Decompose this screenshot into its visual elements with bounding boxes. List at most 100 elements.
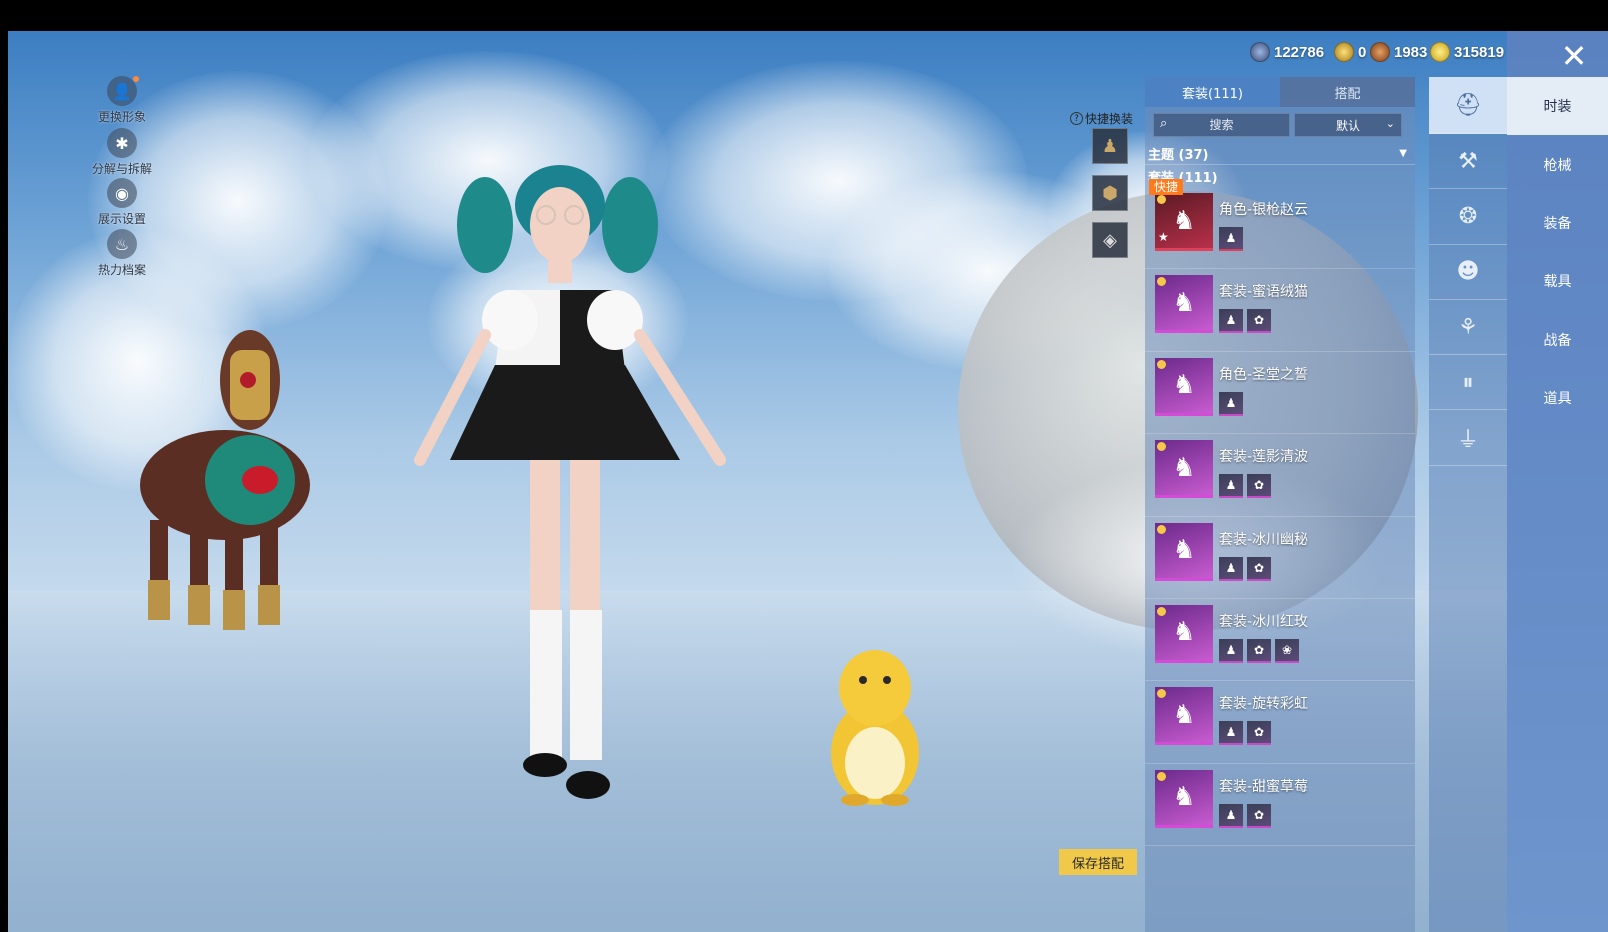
outfit-parts: ♟ ✿ [1219, 556, 1271, 581]
decompose-icon: ✱ [107, 128, 137, 158]
section-title: 套装 (111) [1148, 170, 1218, 186]
outfit-part-icon[interactable]: ❀ [1275, 638, 1299, 663]
outfit-name: 角色-圣堂之誓 [1219, 366, 1309, 383]
outfit-part-icon[interactable]: ✿ [1247, 474, 1271, 499]
top-black-bar [0, 0, 1608, 31]
search-input[interactable] [1154, 118, 1289, 132]
outfit-part-icon[interactable]: ✿ [1247, 638, 1271, 663]
main-tab-items[interactable]: 道具 [1507, 369, 1608, 427]
currency-bronze[interactable]: 1983 [1370, 42, 1427, 62]
decompose-button[interactable]: ✱ 分解与拆解 [72, 128, 172, 177]
globe-coin-icon [1250, 42, 1270, 62]
quick-change-label[interactable]: ? 快捷换装 [1070, 110, 1133, 127]
sort-dropdown[interactable]: 默认 ⌄ [1294, 113, 1402, 137]
outfit-part-icon[interactable]: ♟ [1219, 721, 1243, 746]
heat-profile-button[interactable]: ♨ 热力档案 [72, 229, 172, 278]
category-shoes[interactable]: ⏚ [1429, 410, 1507, 466]
category-hat[interactable]: ⛑ [1429, 77, 1507, 134]
list-item[interactable]: ♞ 套装-冰川幽秘 ♟ ✿ [1145, 517, 1415, 599]
outfit-part-icon[interactable]: ♟ [1219, 803, 1243, 828]
save-outfit-button[interactable]: 保存搭配 [1059, 849, 1137, 875]
quick-badge: 快捷 [1149, 179, 1184, 195]
outfit-thumbnail: ♞ ★ [1155, 193, 1213, 251]
outfit-parts: ♟ [1219, 227, 1243, 251]
outfit-part-icon[interactable]: ♟ [1219, 309, 1243, 334]
list-item[interactable]: ♞ 套装-莲影清波 ♟ ✿ [1145, 434, 1415, 517]
main-tab-fashion[interactable]: 时装 [1507, 77, 1608, 135]
search-box[interactable]: ⌕ [1153, 113, 1290, 137]
player-character[interactable] [410, 160, 740, 815]
category-chain[interactable]: ❂ [1429, 189, 1507, 245]
display-settings-button[interactable]: ◉ 展示设置 [72, 178, 172, 227]
currency-gold[interactable]: 315819 [1430, 42, 1504, 62]
main-tab-combat-gear[interactable]: 战备 [1507, 311, 1608, 369]
tab-sets[interactable]: 套装(111) [1145, 77, 1280, 107]
list-item[interactable]: ♞ 套装-旋转彩虹 ♟ ✿ [1145, 681, 1415, 764]
outfit-part-icon[interactable]: ✿ [1247, 803, 1271, 828]
favorite-star-icon: ★ [1158, 230, 1169, 244]
tab-match[interactable]: 搭配 [1280, 77, 1415, 107]
main-tab-vehicles[interactable]: 载具 [1507, 252, 1608, 310]
quick-slot-3[interactable]: ◈ [1092, 222, 1128, 258]
figure-icon: ♞ [1172, 617, 1196, 648]
category-pants[interactable]: ⏸ [1429, 355, 1507, 411]
list-item[interactable]: ♞ 套装-甜蜜草莓 ♟ ✿ [1145, 764, 1415, 847]
main-tab-firearms[interactable]: 枪械 [1507, 136, 1608, 194]
help-icon: ? [1070, 112, 1083, 125]
quick-slot-2[interactable]: ⬢ [1092, 175, 1128, 211]
quick-slot-1[interactable]: ♟ [1092, 128, 1128, 164]
outfit-part-icon[interactable]: ♟ [1219, 556, 1243, 581]
outfit-part-icon[interactable]: ✿ [1247, 556, 1271, 581]
gun-icon: ⚒ [1458, 148, 1478, 174]
outfit-part-icon[interactable]: ✿ [1247, 721, 1271, 746]
horse-mount[interactable] [130, 310, 320, 640]
outfit-part-icon[interactable]: ♟ [1219, 638, 1243, 663]
gold-coin-icon [1430, 42, 1450, 62]
panel-tabs: 套装(111) 搭配 [1145, 77, 1415, 107]
crown-icon [1157, 606, 1166, 616]
category-icon-column: ⛑ ⚒ ❂ ☻ ⚘ ⏸ ⏚ [1429, 77, 1507, 932]
outfit-thumbnail: ♞ [1155, 440, 1213, 499]
outfit-name: 套装-莲影清波 [1219, 449, 1309, 466]
category-mask[interactable]: ☻ [1429, 245, 1507, 300]
outfit-parts: ♟ ✿ [1219, 474, 1271, 499]
pet-companion[interactable] [825, 648, 925, 808]
figure-icon: ♞ [1172, 699, 1196, 730]
search-icon: ⌕ [1160, 116, 1168, 131]
list-item[interactable]: ♞ 角色-圣堂之誓 ♟ [1145, 352, 1415, 435]
outfit-thumbnail: ♞ [1155, 687, 1213, 746]
outfit-thumbnail: ♞ [1155, 522, 1213, 581]
outfit-parts: ♟ [1219, 391, 1243, 416]
outfit-name: 套装-冰川红玫 [1219, 613, 1309, 630]
outfit-part-icon[interactable]: ♟ [1219, 227, 1243, 251]
hat-icon: ⛑ [1454, 92, 1482, 118]
figure-icon: ♞ [1172, 452, 1196, 483]
figure-icon: ♞ [1172, 782, 1196, 813]
lock-icon: ⬢ [1102, 182, 1118, 204]
figure-icon: ♞ [1172, 205, 1196, 236]
list-item[interactable]: ♞ 套装-蜜语绒猫 ♟ ✿ [1145, 269, 1415, 352]
outfit-part-icon[interactable]: ♟ [1219, 391, 1243, 416]
close-button[interactable]: ✕ [1556, 37, 1592, 75]
currency-badge[interactable]: 0 [1334, 42, 1366, 62]
crown-icon [1157, 359, 1166, 369]
bronze-coin-icon [1370, 42, 1390, 62]
main-tab-equipment[interactable]: 装备 [1507, 194, 1608, 252]
outfit-part-icon[interactable]: ✿ [1247, 309, 1271, 334]
category-outfit[interactable]: ⚘ [1429, 300, 1507, 356]
currency-globe[interactable]: 122786 [1250, 42, 1324, 62]
outfit-parts: ♟ ✿ ❀ [1219, 638, 1299, 663]
crown-icon [1157, 442, 1166, 452]
character-icon: ♟ [1101, 135, 1119, 157]
diamond-icon: ◈ [1103, 229, 1117, 251]
outfit-part-icon[interactable]: ♟ [1219, 474, 1243, 499]
triangle-down-icon: ▼ [1399, 148, 1407, 159]
change-appearance-button[interactable]: 👤 更换形象 [72, 76, 172, 125]
category-gun[interactable]: ⚒ [1429, 134, 1507, 190]
outfit-parts: ♟ ✿ [1219, 803, 1271, 828]
list-item[interactable]: ♞ 套装-冰川红玫 ♟ ✿ ❀ [1145, 599, 1415, 682]
outfit-name: 套装-旋转彩虹 [1219, 696, 1309, 713]
list-item[interactable]: ♞ ★ 快捷 角色-银枪赵云 ♟ [1145, 179, 1415, 270]
close-icon: ✕ [1560, 37, 1588, 75]
theme-filter[interactable]: 主题 (37) ▼ [1145, 143, 1415, 165]
